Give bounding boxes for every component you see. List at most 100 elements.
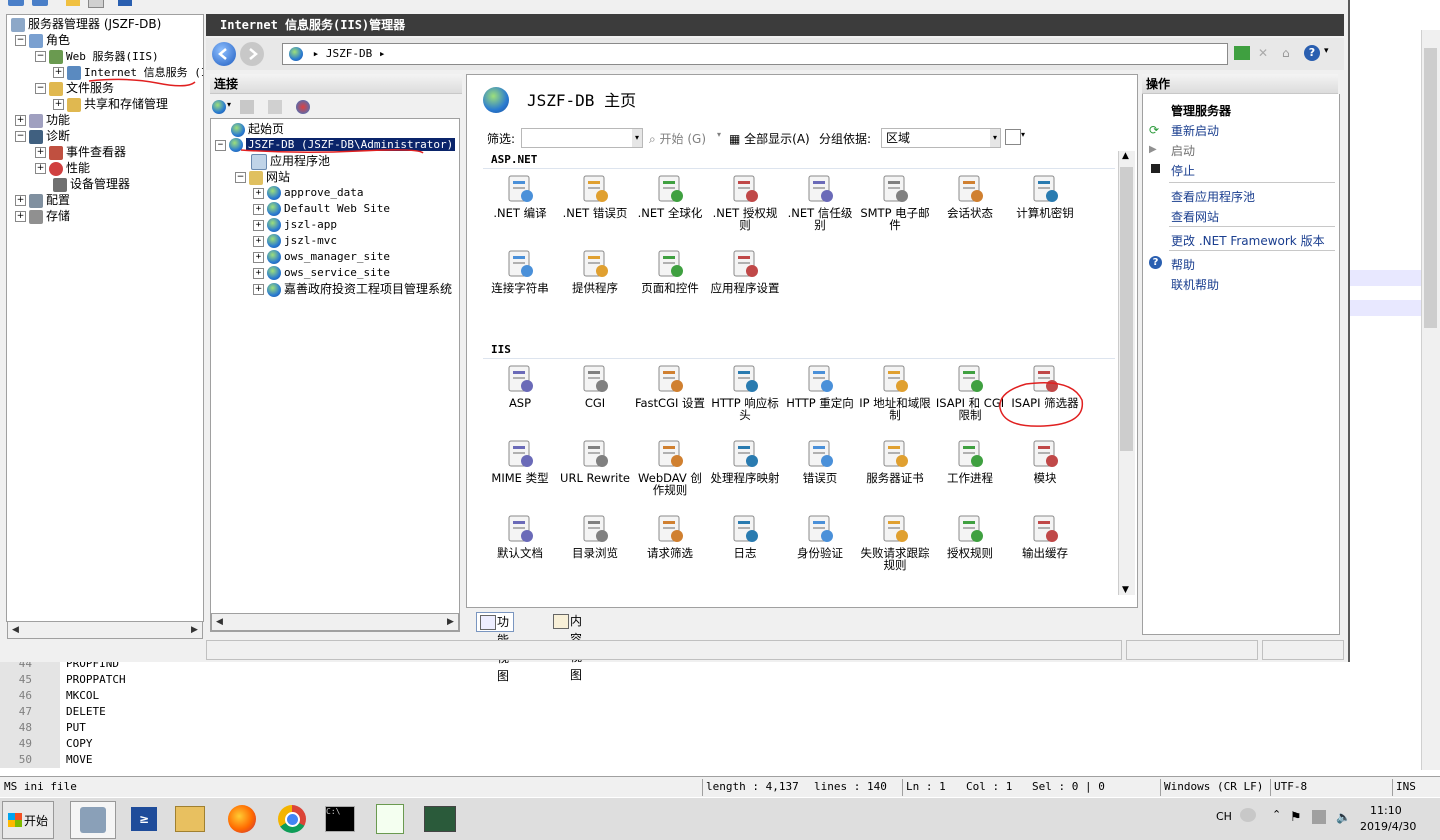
tree-node-event-viewer[interactable]: + 事件查看器: [35, 144, 126, 160]
network-icon[interactable]: [1312, 810, 1326, 824]
expand-icon[interactable]: +: [35, 163, 46, 174]
view-mode-icon[interactable]: [1005, 129, 1021, 145]
feature-item[interactable]: 会话状态: [933, 173, 1007, 219]
feature-item[interactable]: 默认文档: [483, 513, 557, 559]
taskbar-firefox[interactable]: [220, 801, 264, 837]
group-by-select[interactable]: 区域 ▾: [881, 128, 1001, 148]
expand-icon[interactable]: +: [253, 235, 264, 247]
tree-horizontal-scrollbar[interactable]: ◀ ▶: [7, 621, 203, 639]
feature-item[interactable]: WebDAV 创作规则: [633, 438, 707, 496]
speaker-icon[interactable]: 🔈: [1336, 810, 1351, 824]
tree-node-site[interactable]: + jszl-mvc: [253, 233, 337, 249]
content-view-tab[interactable]: 内容视图: [550, 612, 586, 682]
online-help-link[interactable]: 联机帮助: [1171, 276, 1219, 293]
scroll-thumb[interactable]: [1120, 167, 1133, 451]
save-icon[interactable]: [240, 100, 254, 114]
tree-node-configuration[interactable]: + 配置: [15, 192, 70, 208]
collapse-icon[interactable]: −: [215, 139, 226, 151]
tree-horizontal-scrollbar[interactable]: ◀ ▶: [211, 613, 459, 631]
feature-item[interactable]: CGI: [558, 363, 632, 409]
tree-node-site[interactable]: + 嘉善政府投资工程项目管理系统: [253, 281, 452, 297]
chevron-down-icon[interactable]: ▾: [632, 129, 642, 147]
features-vertical-scrollbar[interactable]: ▲ ▼: [1118, 151, 1135, 595]
collapse-icon[interactable]: −: [35, 51, 46, 62]
taskbar-notepadpp[interactable]: [368, 801, 412, 837]
feature-item[interactable]: 模块: [1008, 438, 1082, 484]
tree-node-start-page[interactable]: 起始页: [231, 121, 284, 137]
scroll-right-icon[interactable]: ▶: [443, 614, 458, 630]
tree-node-storage[interactable]: + 存储: [15, 208, 70, 224]
tree-node-device-manager[interactable]: 设备管理器: [53, 176, 130, 192]
tree-node-iis[interactable]: + Internet 信息服务 (I: [53, 64, 203, 80]
start-button[interactable]: 开始: [2, 801, 54, 839]
expand-icon[interactable]: +: [253, 251, 264, 263]
tree-node-sites[interactable]: − 网站: [235, 169, 290, 185]
taskbar-cmd[interactable]: C:\: [318, 801, 362, 837]
feature-item[interactable]: 服务器证书: [858, 438, 932, 484]
refresh-icon[interactable]: [1234, 46, 1250, 60]
feature-item[interactable]: 页面和控件: [633, 248, 707, 294]
collapse-icon[interactable]: −: [35, 83, 46, 94]
start-link[interactable]: 启动: [1171, 142, 1195, 159]
back-icon[interactable]: [8, 0, 24, 6]
help-link[interactable]: 帮助: [1171, 256, 1195, 273]
feature-item[interactable]: 日志: [708, 513, 782, 559]
scroll-left-icon[interactable]: ◀: [8, 622, 23, 638]
expand-icon[interactable]: +: [53, 67, 64, 78]
collapse-icon[interactable]: −: [235, 172, 246, 183]
connect-dropdown-icon[interactable]: ▾: [227, 100, 231, 109]
help-icon[interactable]: ?: [1304, 45, 1320, 61]
feature-item[interactable]: 失败请求跟踪规则: [858, 513, 932, 571]
stop-link[interactable]: 停止: [1171, 162, 1195, 179]
tree-node-site[interactable]: + ows_manager_site: [253, 249, 390, 265]
expand-icon[interactable]: +: [253, 267, 264, 279]
scroll-thumb[interactable]: [1424, 48, 1437, 328]
chevron-down-icon[interactable]: ▾: [990, 129, 1000, 147]
show-all-button[interactable]: ▦ 全部显示(A): [729, 130, 810, 147]
feature-item[interactable]: ISAPI 和 CGI 限制: [933, 363, 1007, 421]
chevron-down-icon[interactable]: ▾: [717, 130, 721, 139]
features-view-tab[interactable]: 功能视图: [476, 612, 515, 683]
tree-node-site[interactable]: + approve_data: [253, 185, 363, 201]
feature-item[interactable]: URL Rewrite: [558, 438, 632, 484]
stop-icon[interactable]: ✕: [1258, 46, 1274, 60]
forward-icon[interactable]: [32, 0, 48, 6]
expand-icon[interactable]: +: [253, 187, 264, 199]
disconnect-icon[interactable]: [296, 100, 310, 114]
feature-item[interactable]: HTTP 重定向: [783, 363, 857, 409]
feature-item[interactable]: .NET 全球化: [633, 173, 707, 219]
change-net-version-link[interactable]: 更改 .NET Framework 版本: [1171, 232, 1325, 249]
feature-item[interactable]: MIME 类型: [483, 438, 557, 484]
taskbar-chrome[interactable]: [270, 801, 314, 837]
tree-node-share-storage[interactable]: + 共享和存储管理: [53, 96, 168, 112]
feature-item[interactable]: 错误页: [783, 438, 857, 484]
feature-item[interactable]: 目录浏览: [558, 513, 632, 559]
feature-item[interactable]: 请求筛选: [633, 513, 707, 559]
feature-item[interactable]: .NET 编译: [483, 173, 557, 219]
restart-link[interactable]: 重新启动: [1171, 122, 1219, 139]
scroll-right-icon[interactable]: ▶: [187, 622, 202, 638]
scroll-down-icon[interactable]: ▼: [1122, 585, 1129, 595]
tree-node-app-pools[interactable]: 应用程序池: [251, 153, 330, 170]
tree-node-roles[interactable]: − 角色: [15, 32, 70, 48]
feature-item[interactable]: ISAPI 筛选器: [1008, 363, 1082, 409]
feature-item[interactable]: .NET 授权规则: [708, 173, 782, 231]
editor-vertical-scrollbar[interactable]: [1421, 30, 1440, 770]
feature-item[interactable]: 工作进程: [933, 438, 1007, 484]
forward-button[interactable]: [240, 42, 264, 66]
folder-up-icon[interactable]: [66, 0, 80, 6]
tree-node-performance[interactable]: + 性能: [35, 160, 90, 176]
help-dropdown-icon[interactable]: ▾: [1324, 46, 1329, 56]
connect-icon[interactable]: [212, 100, 226, 114]
console-tree-icon[interactable]: [88, 0, 104, 8]
feature-item[interactable]: 输出缓存: [1008, 513, 1082, 559]
view-app-pools-link[interactable]: 查看应用程序池: [1171, 188, 1255, 205]
feature-item[interactable]: HTTP 响应标头: [708, 363, 782, 421]
tree-node-web-server[interactable]: − Web 服务器(IIS): [35, 48, 159, 64]
collapse-icon[interactable]: −: [15, 35, 26, 46]
expand-icon[interactable]: +: [15, 195, 26, 206]
start-filter-button[interactable]: ⌕ 开始 (G): [649, 130, 706, 147]
tree-node-diagnostics[interactable]: − 诊断: [15, 128, 70, 144]
tree-node-server-manager[interactable]: 服务器管理器 (JSZF-DB): [11, 16, 161, 32]
tray-expand-icon[interactable]: ⌃: [1272, 808, 1281, 821]
